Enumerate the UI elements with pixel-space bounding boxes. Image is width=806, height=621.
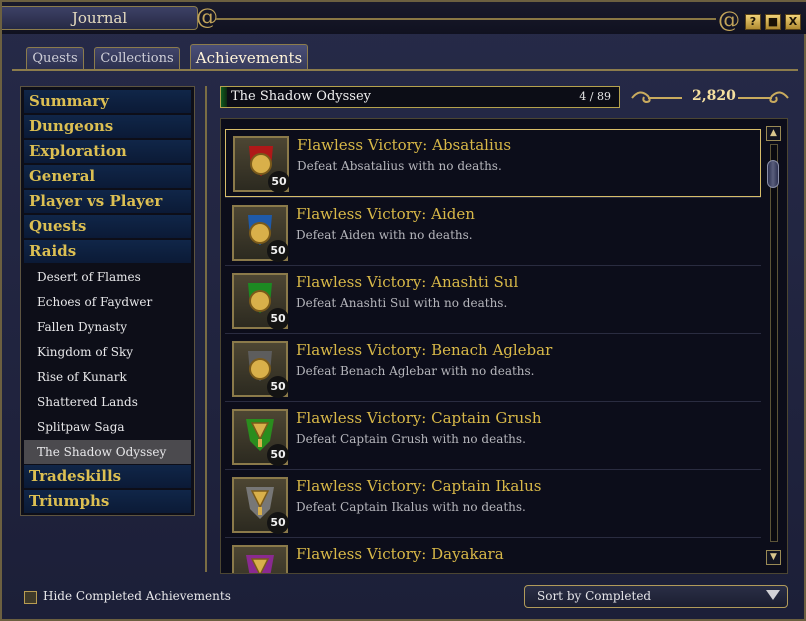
category-progress-bar: The Shadow Odyssey 4 / 89 xyxy=(220,86,620,108)
sidebar-item-tradeskills[interactable]: Tradeskills xyxy=(24,465,191,488)
scroll-down-button[interactable]: ▼ xyxy=(766,550,781,565)
achievement-list[interactable]: 50 Flawless Victory: Absatalius Defeat A… xyxy=(220,118,788,574)
achievement-row[interactable]: 50 Flawless Victory: Anashti Sul Defeat … xyxy=(225,265,761,335)
points-badge: 50 xyxy=(267,240,289,262)
sidebar-subitem-the-shadow-odyssey[interactable]: The Shadow Odyssey xyxy=(24,440,191,464)
sidebar-item-raids[interactable]: Raids xyxy=(24,240,191,263)
scroll-ornament-left-icon xyxy=(631,91,682,104)
scroll-ornament-icon: @ xyxy=(718,8,740,33)
tab-achievements[interactable]: Achievements xyxy=(190,44,308,71)
achievement-row[interactable]: Flawless Victory: Dayakara xyxy=(225,537,761,573)
sidebar-subitem-echoes-of-faydwer[interactable]: Echoes of Faydwer xyxy=(24,290,191,314)
achievement-description: Defeat Benach Aglebar with no deaths. xyxy=(296,364,535,378)
category-title: The Shadow Odyssey xyxy=(231,89,372,104)
achievement-row[interactable]: 50 Flawless Victory: Absatalius Defeat A… xyxy=(225,129,761,197)
achievement-description: Defeat Aiden with no deaths. xyxy=(296,228,473,242)
achievement-row[interactable]: 50 Flawless Victory: Aiden Defeat Aiden … xyxy=(225,197,761,267)
achievement-title: Flawless Victory: Dayakara xyxy=(296,545,504,563)
achievement-title: Flawless Victory: Benach Aglebar xyxy=(296,341,553,359)
points-badge: 50 xyxy=(267,512,289,534)
minimize-button[interactable]: ■ xyxy=(765,14,781,30)
chevron-down-icon xyxy=(766,590,780,600)
scroll-ornament-icon: @ xyxy=(196,5,218,30)
achievement-description: Defeat Captain Grush with no deaths. xyxy=(296,432,526,446)
close-button[interactable]: X xyxy=(785,14,801,30)
scrollbar-track[interactable] xyxy=(770,144,778,542)
sidebar-subitem-splitpaw-saga[interactable]: Splitpaw Saga xyxy=(24,415,191,439)
row-divider xyxy=(225,401,761,402)
scroll-ornament-right-icon xyxy=(738,91,789,104)
sidebar-subitem-desert-of-flames[interactable]: Desert of Flames xyxy=(24,265,191,289)
achievement-title: Flawless Victory: Aiden xyxy=(296,205,475,223)
sidebar-subitem-kingdom-of-sky[interactable]: Kingdom of Sky xyxy=(24,340,191,364)
panel-divider xyxy=(205,86,207,572)
achievement-title: Flawless Victory: Anashti Sul xyxy=(296,273,519,291)
sidebar-item-summary[interactable]: Summary xyxy=(24,90,191,113)
achievement-row[interactable]: 50 Flawless Victory: Benach Aglebar Defe… xyxy=(225,333,761,403)
title-bar[interactable]: Journal @ @ ? ■ X xyxy=(2,2,806,34)
sort-dropdown-label: Sort by Completed xyxy=(537,589,652,603)
row-divider xyxy=(225,537,761,538)
sidebar-item-player-vs-player[interactable]: Player vs Player xyxy=(24,190,191,213)
sidebar-subitem-fallen-dynasty[interactable]: Fallen Dynasty xyxy=(24,315,191,339)
row-divider xyxy=(225,265,761,266)
tab-quests[interactable]: Quests xyxy=(26,47,84,70)
sidebar-item-quests[interactable]: Quests xyxy=(24,215,191,238)
window-title: Journal xyxy=(2,6,198,30)
achievement-count: 4 / 89 xyxy=(579,90,611,103)
points-badge: 50 xyxy=(267,376,289,398)
achievement-row[interactable]: 50 Flawless Victory: Captain Grush Defea… xyxy=(225,401,761,471)
tab-collections[interactable]: Collections xyxy=(94,47,180,70)
achievement-description: Defeat Captain Ikalus with no deaths. xyxy=(296,500,526,514)
sidebar-item-general[interactable]: General xyxy=(24,165,191,188)
hide-completed-checkbox[interactable] xyxy=(24,591,37,604)
achievement-description: Defeat Absatalius with no deaths. xyxy=(297,159,502,173)
achievement-description: Defeat Anashti Sul with no deaths. xyxy=(296,296,508,310)
row-divider xyxy=(225,333,761,334)
scrollbar-thumb[interactable] xyxy=(767,160,779,188)
sidebar-subitem-rise-of-kunark[interactable]: Rise of Kunark xyxy=(24,365,191,389)
points-badge: 50 xyxy=(267,444,289,466)
title-divider xyxy=(216,18,716,20)
achievement-title: Flawless Victory: Captain Ikalus xyxy=(296,477,542,495)
achievement-title: Flawless Victory: Absatalius xyxy=(297,136,512,154)
sidebar-item-dungeons[interactable]: Dungeons xyxy=(24,115,191,138)
help-button[interactable]: ? xyxy=(745,14,761,30)
achievement-points: 2,820 xyxy=(692,88,736,104)
sort-dropdown[interactable]: Sort by Completed xyxy=(524,585,788,608)
purple-trophy-icon xyxy=(232,545,288,573)
points-badge: 50 xyxy=(268,171,290,193)
row-divider xyxy=(225,197,761,198)
sidebar-item-triumphs[interactable]: Triumphs xyxy=(24,490,191,513)
category-sidebar: Summary Dungeons Exploration General Pla… xyxy=(20,86,195,516)
row-divider xyxy=(225,469,761,470)
tab-divider xyxy=(12,69,798,71)
scroll-up-button[interactable]: ▲ xyxy=(766,126,781,141)
sidebar-item-exploration[interactable]: Exploration xyxy=(24,140,191,163)
hide-completed-label[interactable]: Hide Completed Achievements xyxy=(43,589,231,603)
sidebar-subitem-shattered-lands[interactable]: Shattered Lands xyxy=(24,390,191,414)
points-badge: 50 xyxy=(267,308,289,330)
achievement-title: Flawless Victory: Captain Grush xyxy=(296,409,542,427)
journal-window: Journal @ @ ? ■ X Quests Collections Ach… xyxy=(0,0,806,621)
achievement-row[interactable]: 50 Flawless Victory: Captain Ikalus Defe… xyxy=(225,469,761,539)
